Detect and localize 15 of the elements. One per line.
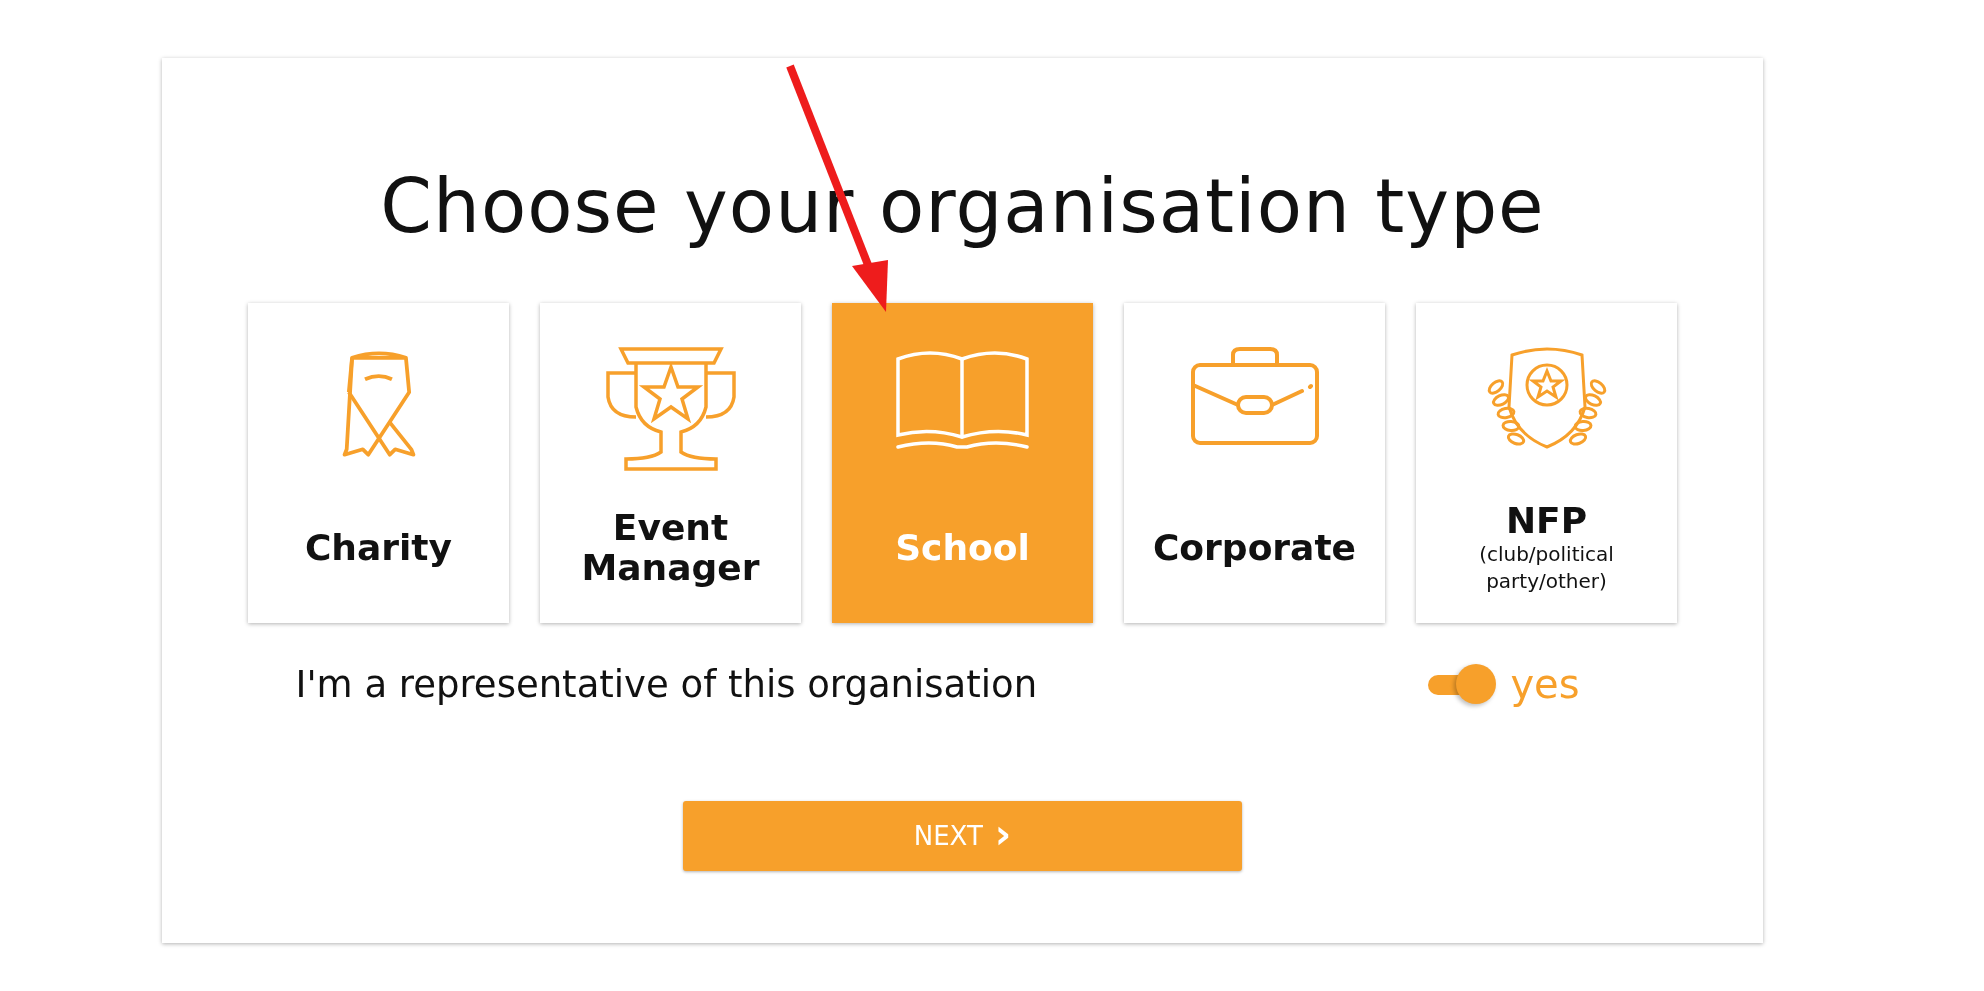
option-note: (club/political party/other) xyxy=(1478,540,1615,595)
toggle-state-label: yes xyxy=(1510,661,1580,707)
option-card[interactable]: Corporate xyxy=(1124,303,1385,623)
trophy-icon xyxy=(605,347,736,472)
option-card[interactable]: Charity xyxy=(248,303,509,623)
representative-label: I'm a representative of this organisation xyxy=(295,662,1038,706)
option-label: Charity xyxy=(304,528,453,568)
option-label: School xyxy=(895,528,1030,568)
option-card[interactable]: Event Manager xyxy=(540,303,801,623)
option-label: Corporate xyxy=(1152,528,1357,568)
option-card[interactable]: NFP (club/political party/other) xyxy=(1416,303,1677,623)
option-label: Event Manager xyxy=(580,508,761,588)
option-label: NFP xyxy=(1505,501,1588,541)
toggle-switch[interactable] xyxy=(1428,664,1497,704)
briefcase-icon xyxy=(1189,347,1320,447)
